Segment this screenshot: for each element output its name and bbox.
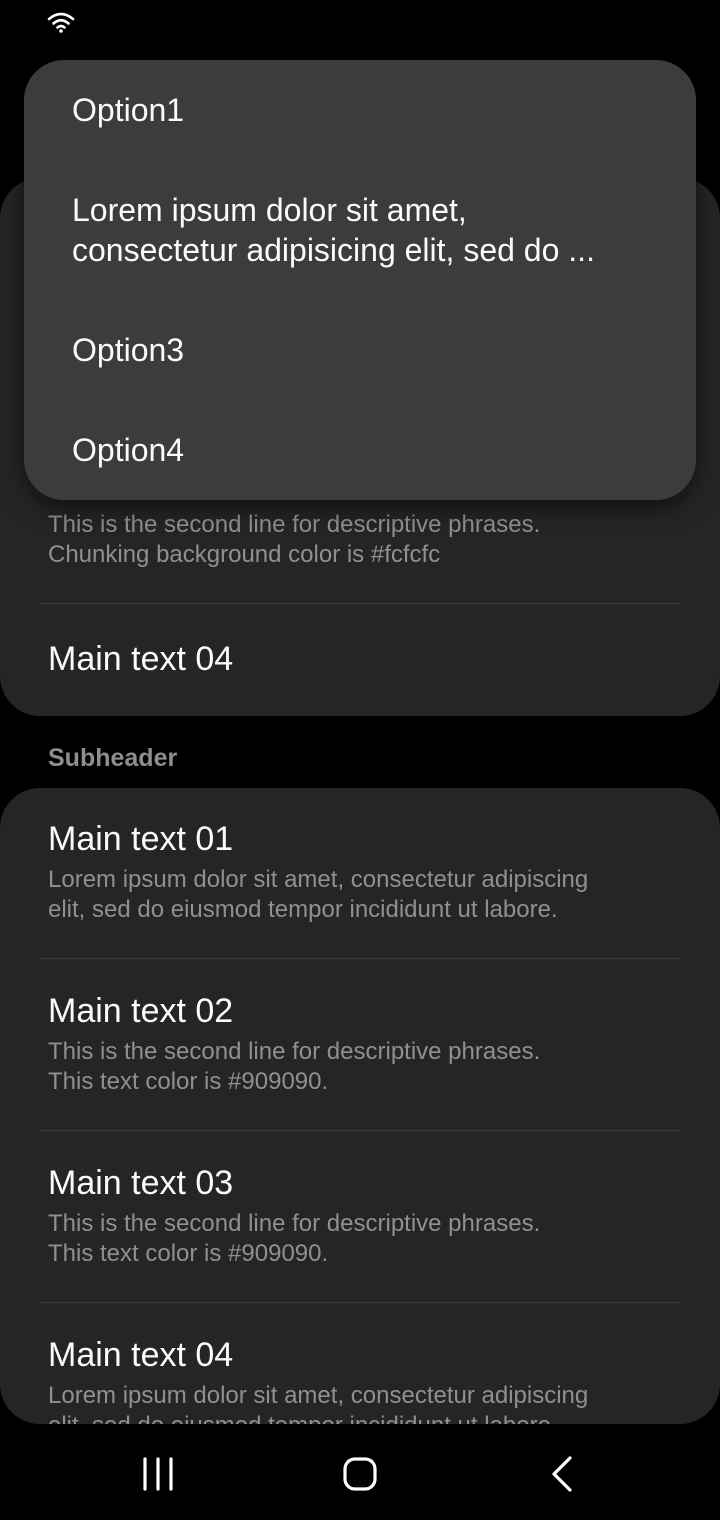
home-icon[interactable] (330, 1444, 390, 1504)
recents-icon[interactable] (128, 1444, 188, 1504)
list-item[interactable]: Main text 04 (48, 639, 680, 679)
item-secondary-text: This is the second line for descriptive … (48, 511, 541, 568)
wifi-icon (47, 12, 75, 33)
item-main-text: Main text 04 (48, 640, 234, 678)
list-item[interactable]: This is the second line for descriptive … (48, 510, 680, 570)
item-main-text: Main text 03 (48, 1164, 234, 1202)
list-card-bottom: Main text 01 Lorem ipsum dolor sit amet,… (0, 788, 720, 1424)
item-main-text: Main text 04 (48, 1336, 234, 1374)
status-bar (0, 0, 720, 48)
item-secondary-text: This is the second line for descriptive … (48, 1210, 541, 1267)
list-item[interactable]: Main text 02 This is the second line for… (48, 991, 680, 1097)
menu-option-4[interactable]: Option4 (72, 430, 656, 470)
subheader: Subheader (48, 744, 178, 772)
back-icon[interactable] (532, 1444, 592, 1504)
popup-menu: Option1 Lorem ipsum dolor sit amet, cons… (24, 60, 696, 500)
item-main-text: Main text 02 (48, 992, 234, 1030)
list-item[interactable]: Main text 01 Lorem ipsum dolor sit amet,… (48, 819, 680, 925)
menu-option-3[interactable]: Option3 (72, 330, 656, 370)
list-item[interactable]: Main text 03 This is the second line for… (48, 1163, 680, 1269)
divider (40, 1302, 680, 1303)
list-item[interactable]: Main text 04 Lorem ipsum dolor sit amet,… (48, 1335, 680, 1424)
divider (40, 1130, 680, 1131)
menu-option-1[interactable]: Option1 (72, 90, 656, 130)
item-secondary-text: Lorem ipsum dolor sit amet, consectetur … (48, 866, 589, 923)
item-secondary-text: This is the second line for descriptive … (48, 1038, 541, 1095)
divider (40, 958, 680, 959)
divider (40, 603, 680, 604)
item-secondary-text: Lorem ipsum dolor sit amet, consectetur … (48, 1382, 589, 1424)
menu-option-2[interactable]: Lorem ipsum dolor sit amet, consectetur … (72, 190, 656, 270)
navigation-bar (0, 1424, 720, 1520)
item-main-text: Main text 01 (48, 820, 234, 858)
